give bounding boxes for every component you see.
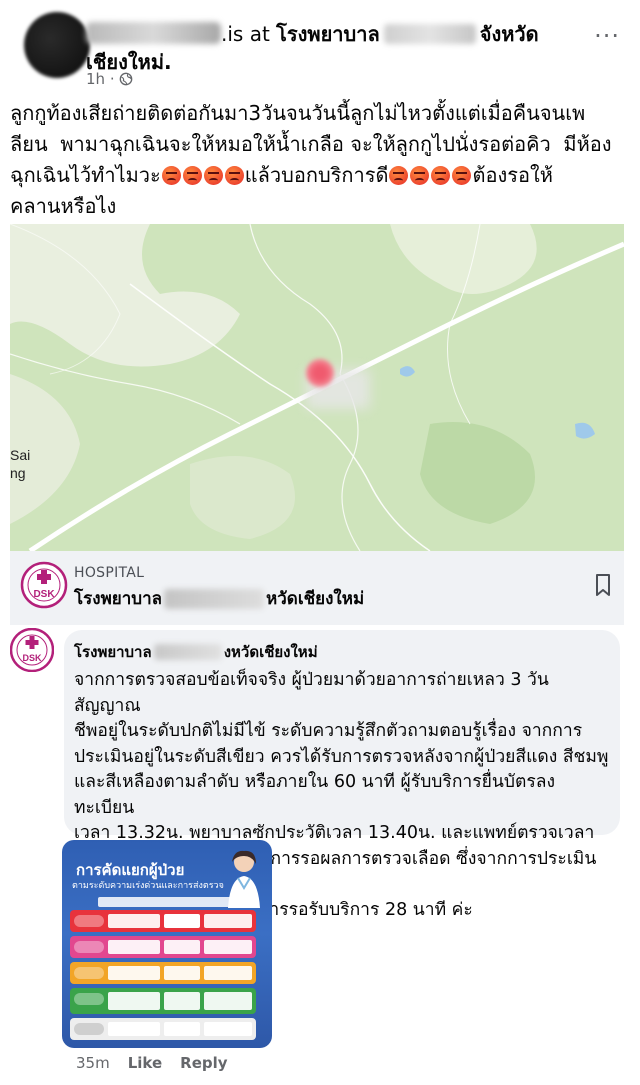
post-text-line3b: แล้วบอกบริการดี <box>244 163 389 187</box>
post-meta: 1h · <box>86 70 133 88</box>
comment-author-prefix: โรงพยาบาล <box>74 643 152 661</box>
triage-cell <box>204 992 252 1010</box>
author-suffix: .is at <box>221 22 270 46</box>
triage-cell <box>164 992 200 1010</box>
globe-icon <box>119 72 132 86</box>
angry-emoji-icon <box>203 166 223 185</box>
svg-text:DSK: DSK <box>22 653 42 663</box>
triage-cell <box>108 992 160 1010</box>
place-name-suffix: หวัดเชียงใหม่ <box>266 589 365 609</box>
triage-row-white <box>70 1018 256 1040</box>
blurred-author-name[interactable] <box>86 22 221 44</box>
place-name[interactable]: โรงพยาบาล หวัดเชียงใหม่ <box>74 585 364 612</box>
map-place-label: Sai ng <box>10 446 30 482</box>
triage-row-pink <box>70 936 256 958</box>
post-text-line3a: ฉุกเฉินไว้ทำไมวะ <box>10 163 161 187</box>
blurred-place-name <box>164 588 265 609</box>
comment-author-suffix: งหวัดเชียงใหม่ <box>223 643 318 661</box>
author-avatar[interactable] <box>24 12 90 78</box>
post-text: ลูกกูท้องเสียถ่ายติดต่อกันมา3วันจนวันนี้… <box>10 98 630 222</box>
triage-tag <box>74 941 104 953</box>
triage-row-green <box>70 988 256 1014</box>
map-label-line1: Sai <box>10 447 31 463</box>
triage-cell <box>164 966 200 980</box>
map-label-line2: ng <box>10 465 26 481</box>
infographic-subtitle: ตามระดับความเร่งด่วนและการส่งตรวจ <box>72 881 224 891</box>
location-map[interactable]: Sai ng <box>10 224 624 551</box>
place-card[interactable]: DSK HOSPITAL โรงพยาบาล หวัดเชียงใหม่ <box>10 551 624 625</box>
post-time[interactable]: 1h · <box>86 70 115 88</box>
bookmark-icon[interactable] <box>594 573 612 597</box>
more-options-button[interactable]: ··· <box>594 22 620 50</box>
triage-row-red <box>70 910 256 932</box>
triage-cell <box>108 1022 160 1036</box>
comment-time[interactable]: 35m <box>76 1054 110 1072</box>
reply-button[interactable]: Reply <box>180 1054 227 1072</box>
post-text-line2: ลียน พามาฉุกเฉินจะให้หมอให้น้ำเกลือ จะให… <box>10 132 612 156</box>
angry-emoji-icon <box>431 166 451 185</box>
triage-cell <box>204 940 252 954</box>
place-category: HOSPITAL <box>74 565 145 581</box>
post-text-line4: คลานหรือไง <box>10 194 117 218</box>
infographic-header-row <box>98 897 256 907</box>
location-suffix[interactable]: จังหวัด <box>480 22 539 46</box>
like-button[interactable]: Like <box>128 1054 162 1072</box>
triage-tag <box>74 915 104 927</box>
post-text-line1: ลูกกูท้องเสียถ่ายติดต่อกันมา3วันจนวันนี้… <box>10 101 586 125</box>
post-text-line3c: ต้องรอให้ <box>472 163 553 187</box>
triage-tag <box>74 1023 104 1035</box>
angry-emoji-icon <box>182 166 202 185</box>
triage-cell <box>204 914 252 928</box>
angry-emoji-icon <box>389 166 409 185</box>
post-author-line: .is at โรงพยาบาล จังหวัด เชียงใหม่. <box>86 20 556 76</box>
triage-row-yellow <box>70 962 256 984</box>
location-prefix[interactable]: โรงพยาบาล <box>276 22 380 46</box>
triage-cell <box>164 1022 200 1036</box>
svg-text:DSK: DSK <box>33 589 55 600</box>
angry-emoji-icon <box>410 166 430 185</box>
angry-emoji-icon <box>224 166 244 185</box>
comment-actions: 35m Like Reply <box>76 1054 228 1072</box>
comment-bubble: โรงพยาบาล งหวัดเชียงใหม่ จากการตรวจสอบข้อ… <box>64 630 620 920</box>
triage-cell <box>108 966 160 980</box>
triage-infographic-image[interactable]: การคัดแยกผู้ป่วย ตามระดับความเร่งด่วนและ… <box>62 840 272 1048</box>
blurred-location <box>383 24 476 44</box>
triage-tag <box>74 967 104 979</box>
commenter-avatar[interactable]: DSK <box>10 628 54 672</box>
angry-emoji-icon <box>452 166 472 185</box>
triage-cell <box>108 914 160 928</box>
blurred-comment-author <box>153 644 222 660</box>
triage-tag <box>74 993 104 1005</box>
map-pin-icon[interactable] <box>306 359 334 387</box>
place-name-prefix: โรงพยาบาล <box>74 589 163 609</box>
triage-cell <box>164 914 200 928</box>
triage-cell <box>204 1022 252 1036</box>
triage-cell <box>108 940 160 954</box>
post-header: .is at โรงพยาบาล จังหวัด เชียงใหม่. 1h · … <box>0 0 640 92</box>
hospital-logo-icon: DSK <box>20 561 68 609</box>
triage-cell <box>204 966 252 980</box>
angry-emoji-icon <box>161 166 181 185</box>
triage-cell <box>164 940 200 954</box>
comment-author[interactable]: โรงพยาบาล งหวัดเชียงใหม่ <box>74 640 610 664</box>
